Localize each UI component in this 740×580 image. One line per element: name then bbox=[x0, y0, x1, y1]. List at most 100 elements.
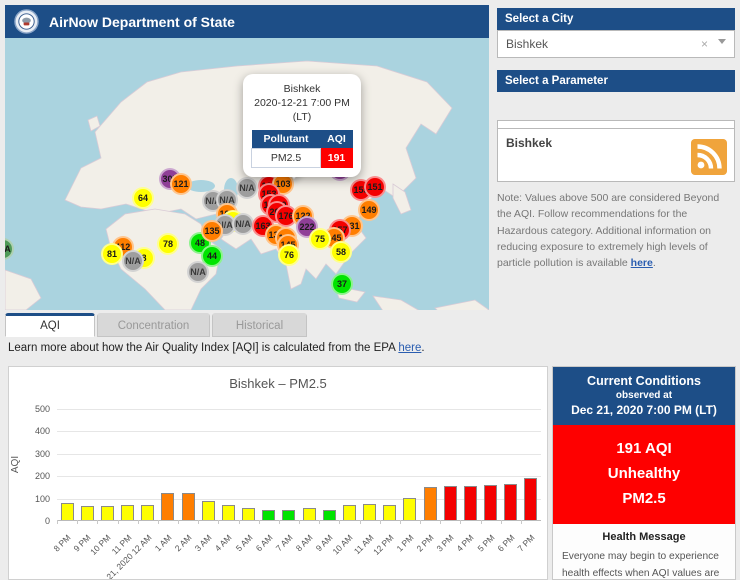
note-text: Note: Values above 500 are considered Be… bbox=[497, 192, 719, 269]
chart-bar[interactable] bbox=[262, 510, 275, 520]
chart-x-tick bbox=[481, 520, 482, 524]
aqi-map-marker[interactable]: 135 bbox=[201, 220, 223, 242]
aqi-map-marker[interactable]: 58 bbox=[330, 241, 352, 263]
app-header: AirNow Department of State bbox=[5, 5, 489, 38]
chart-y-tick: 500 bbox=[35, 404, 50, 414]
cc-aqi-value: 191 AQI bbox=[553, 437, 735, 462]
chart-x-tick bbox=[77, 520, 78, 524]
cc-subtitle: observed at bbox=[555, 390, 733, 401]
chart-x-tick bbox=[400, 520, 401, 524]
chart-bar[interactable] bbox=[141, 505, 154, 520]
chart-bar[interactable] bbox=[424, 487, 437, 520]
chart-x-tick bbox=[420, 520, 421, 524]
tab-historical[interactable]: Historical bbox=[212, 313, 307, 337]
chart-gridline bbox=[57, 454, 541, 455]
aqi-map-marker[interactable]: 81 bbox=[101, 243, 123, 265]
page-title: AirNow Department of State bbox=[49, 14, 235, 30]
chart-x-tick bbox=[57, 520, 58, 524]
select-parameter-header: Select a Parameter bbox=[497, 70, 735, 92]
aqi-map-marker[interactable]: N/A bbox=[187, 261, 209, 283]
aqi-map-marker[interactable]: N/A bbox=[232, 213, 254, 235]
chart-x-tick bbox=[118, 520, 119, 524]
chart-bar[interactable] bbox=[61, 503, 74, 520]
aqi-map-marker[interactable]: N/A bbox=[122, 250, 144, 272]
popup-city: Bishkek bbox=[248, 82, 356, 96]
note-here-link[interactable]: here bbox=[631, 257, 653, 269]
select-city-header: Select a City bbox=[497, 8, 735, 30]
cc-health-message: Health Message Everyone may begin to exp… bbox=[553, 524, 735, 580]
learn-more-text: Learn more about how the Air Quality Ind… bbox=[8, 342, 425, 354]
chart-x-tick bbox=[198, 520, 199, 524]
chart-bar[interactable] bbox=[101, 506, 114, 520]
aqi-map-marker[interactable]: 64 bbox=[132, 187, 154, 209]
chart-bar[interactable] bbox=[363, 504, 376, 520]
chart-bar[interactable] bbox=[383, 505, 396, 520]
aqi-map-marker[interactable]: 151 bbox=[364, 176, 386, 198]
popup-pollutant-header: Pollutant bbox=[252, 130, 321, 149]
chart-bar[interactable] bbox=[484, 485, 497, 520]
chart-x-tick bbox=[218, 520, 219, 524]
rss-feed-box: Bishkek bbox=[497, 128, 735, 182]
chart-x-tick bbox=[319, 520, 320, 524]
cc-aqi-pollutant: PM2.5 bbox=[553, 487, 735, 512]
chart-bar[interactable] bbox=[121, 505, 134, 520]
cc-aqi-box: 191 AQI Unhealthy PM2.5 bbox=[553, 425, 735, 524]
chart-x-tick bbox=[339, 520, 340, 524]
chart-bar[interactable] bbox=[444, 486, 457, 520]
chart-bar[interactable] bbox=[242, 508, 255, 520]
current-conditions-header: Current Conditions observed at Dec 21, 2… bbox=[553, 367, 735, 425]
tab-aqi[interactable]: AQI bbox=[5, 313, 95, 337]
rss-icon[interactable] bbox=[691, 139, 727, 175]
chart-x-tick bbox=[460, 520, 461, 524]
chart-bar[interactable] bbox=[81, 506, 94, 520]
chart-bar[interactable] bbox=[161, 493, 174, 520]
chart-title: Bishkek – PM2.5 bbox=[9, 376, 547, 391]
tab-concentration[interactable]: Concentration bbox=[97, 313, 210, 337]
aqi-map-marker[interactable]: 78 bbox=[157, 233, 179, 255]
dept-of-state-seal-logo bbox=[14, 9, 39, 34]
city-select[interactable]: Bishkek × bbox=[497, 30, 735, 58]
chart-bar[interactable] bbox=[464, 486, 477, 520]
chart-x-tick bbox=[440, 520, 441, 524]
city-caret-icon[interactable] bbox=[718, 39, 726, 44]
chart-gridline bbox=[57, 409, 541, 410]
chart-bar[interactable] bbox=[524, 478, 537, 520]
chart-bar[interactable] bbox=[504, 484, 517, 520]
learn-more-suffix: . bbox=[421, 342, 424, 354]
aqi-map-marker[interactable]: 37 bbox=[331, 273, 353, 295]
popup-pollutant-value: PM2.5 bbox=[252, 148, 321, 167]
chart-bar[interactable] bbox=[282, 510, 295, 520]
chart-plot-area: 01002003004005008 PM9 PM10 PM11 PMDec 21… bbox=[57, 409, 541, 521]
beyond-aqi-note: Note: Values above 500 are considered Be… bbox=[497, 190, 735, 271]
chart-x-tick bbox=[158, 520, 159, 524]
aqi-map-marker[interactable]: N/A bbox=[236, 177, 258, 199]
popup-table: Pollutant AQI PM2.5 191 bbox=[251, 130, 353, 168]
aqi-map-marker[interactable]: 76 bbox=[278, 244, 300, 266]
chart-x-tick bbox=[138, 520, 139, 524]
city-select-value: Bishkek bbox=[506, 31, 734, 57]
rss-city-label: Bishkek bbox=[506, 136, 552, 150]
chart-bar[interactable] bbox=[323, 510, 336, 520]
aqi-map-marker[interactable]: 121 bbox=[170, 173, 192, 195]
chart-bar[interactable] bbox=[343, 505, 356, 520]
aqi-chart-panel: Bishkek – PM2.5 AQI 01002003004005008 PM… bbox=[8, 366, 548, 580]
chart-bar[interactable] bbox=[202, 501, 215, 520]
popup-aqi-header: AQI bbox=[321, 130, 353, 149]
aqi-map-marker[interactable]: 149 bbox=[358, 199, 380, 221]
chart-bar[interactable] bbox=[403, 498, 416, 520]
learn-more-here-link[interactable]: here bbox=[398, 342, 421, 354]
chart-x-tick bbox=[380, 520, 381, 524]
chart-y-tick: 200 bbox=[35, 471, 50, 481]
chart-bar[interactable] bbox=[182, 493, 195, 520]
chart-y-tick: 400 bbox=[35, 426, 50, 436]
chart-bar[interactable] bbox=[303, 508, 316, 520]
chart-y-tick: 0 bbox=[45, 516, 50, 526]
chart-bar[interactable] bbox=[222, 505, 235, 520]
city-clear-icon[interactable]: × bbox=[701, 37, 708, 51]
note-suffix: . bbox=[653, 257, 656, 269]
aqi-map[interactable]: N/A64305121112818N/A784844N/AN/AN/AN/A10… bbox=[5, 38, 489, 310]
aqi-map-marker[interactable]: 75 bbox=[309, 228, 331, 250]
chart-gridline bbox=[57, 476, 541, 477]
current-conditions-panel: Current Conditions observed at Dec 21, 2… bbox=[552, 366, 736, 580]
chart-x-tick bbox=[501, 520, 502, 524]
